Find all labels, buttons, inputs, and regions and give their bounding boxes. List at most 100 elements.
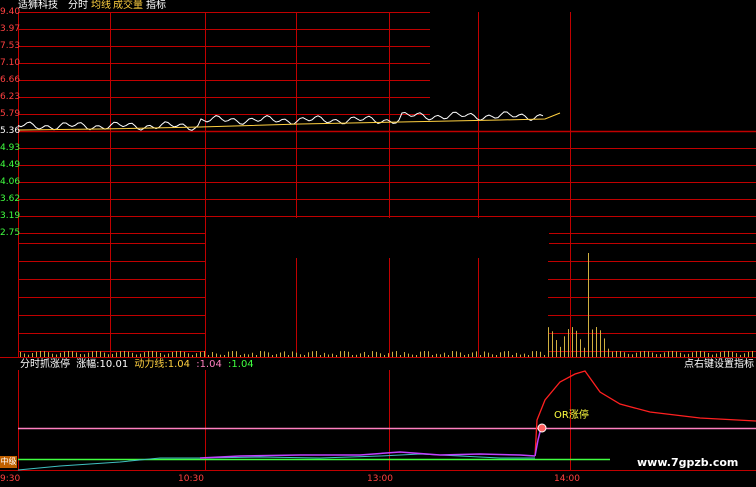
volume-bar (88, 352, 89, 357)
time-tick: 9:30 (0, 474, 21, 484)
volume-bar (520, 354, 521, 357)
volume-bar (232, 351, 233, 357)
volume-bar (740, 354, 741, 357)
volume-bar (700, 351, 701, 357)
volume-bar (60, 352, 61, 357)
volume-bar (568, 329, 569, 357)
volume-bar (188, 353, 189, 357)
volume-bar (576, 330, 577, 357)
volume-bar (540, 351, 541, 357)
volume-bar (636, 352, 637, 357)
volume-bar (672, 351, 673, 357)
volume-bar (420, 351, 421, 357)
volume-bar (236, 351, 237, 357)
volume-bar (276, 354, 277, 357)
volume-bar (560, 346, 561, 357)
volume-bar (608, 348, 609, 357)
volume-bar (24, 353, 25, 357)
volume-bar (456, 351, 457, 357)
volume-bar (716, 353, 717, 357)
volume-bar (132, 352, 133, 357)
intraday-chart-canvas[interactable] (0, 0, 756, 487)
menu-indicator[interactable]: 指标 (146, 0, 166, 11)
volume-bar (444, 352, 445, 357)
volume-bar (532, 351, 533, 357)
volume-bar (696, 351, 697, 357)
menu-intraday[interactable]: 分时 (68, 0, 88, 11)
volume-bar (40, 351, 41, 357)
volume-bar (376, 351, 377, 357)
volume-bar (708, 352, 709, 357)
volume-bar (516, 352, 517, 357)
volume-bar (504, 351, 505, 357)
volume-bar (368, 355, 369, 357)
volume-bar (212, 352, 213, 357)
chart-window[interactable]: 适狮科技 分时 均线 成交量 指标 9.40 3.97 7.53 7.10 6.… (0, 0, 756, 487)
volume-bar (428, 351, 429, 357)
volume-bar (136, 354, 137, 357)
volume-bar (544, 355, 545, 357)
volume-bar (656, 354, 657, 357)
indicator-value-3: :1.04 (228, 359, 254, 370)
volume-bar (536, 351, 537, 357)
volume-bar (100, 351, 101, 357)
volume-bar (96, 351, 97, 357)
volume-bar (356, 354, 357, 357)
volume-bar (180, 351, 181, 357)
chart-gap (206, 218, 549, 258)
volume-bar (120, 351, 121, 357)
volume-bar (184, 351, 185, 357)
volume-bar (616, 351, 617, 357)
price-tick: 3.19 (0, 211, 21, 221)
volume-bar (580, 339, 581, 357)
volume-bar (104, 352, 105, 357)
volume-bar (512, 355, 513, 357)
indicator-rise: 涨幅:10.01 (76, 359, 129, 370)
volume-bar (48, 352, 49, 357)
volume-bar (528, 355, 529, 357)
volume-bar (256, 355, 257, 357)
volume-bar (240, 355, 241, 357)
level-badge[interactable]: 中级 (0, 456, 17, 468)
volume-bar (612, 351, 613, 357)
volume-bar (152, 351, 153, 357)
volume-bar (436, 353, 437, 357)
volume-bar (668, 351, 669, 357)
volume-bar (724, 351, 725, 357)
volume-bar (460, 352, 461, 357)
volume-bar (308, 352, 309, 357)
volume-bar (156, 351, 157, 357)
volume-bar (688, 353, 689, 357)
watermark: www.7gpzb.com (637, 456, 739, 469)
volume-bar (20, 351, 21, 357)
price-tick: 7.10 (0, 58, 21, 68)
volume-bar (684, 354, 685, 357)
menu-avg-line[interactable]: 均线 (91, 0, 111, 11)
volume-bar (92, 351, 93, 357)
price-tick: 6.23 (0, 92, 21, 102)
volume-bar (404, 352, 405, 357)
stock-name: 适狮科技 (18, 0, 58, 11)
volume-bar (320, 355, 321, 357)
volume-bar (644, 351, 645, 357)
volume-bar (196, 353, 197, 357)
volume-bar (208, 355, 209, 357)
volume-bar (496, 355, 497, 357)
volume-bar (324, 352, 325, 357)
volume-bar (248, 354, 249, 357)
indicator-name: 分时抓涨停 (20, 359, 70, 370)
volume-bar (84, 354, 85, 357)
menu-volume[interactable]: 成交量 (113, 0, 143, 11)
volume-bar (300, 354, 301, 357)
volume-bar (596, 327, 597, 357)
volume-bar (304, 355, 305, 357)
volume-bar (588, 253, 589, 357)
volume-bar (364, 351, 365, 357)
volume-bar (164, 354, 165, 357)
volume-bar (220, 354, 221, 357)
volume-bar (468, 354, 469, 357)
right-click-hint[interactable]: 点右键设置指标 (684, 359, 754, 370)
price-tick: 2.75 (0, 228, 21, 238)
volume-bar (64, 351, 65, 357)
volume-bar (384, 355, 385, 357)
